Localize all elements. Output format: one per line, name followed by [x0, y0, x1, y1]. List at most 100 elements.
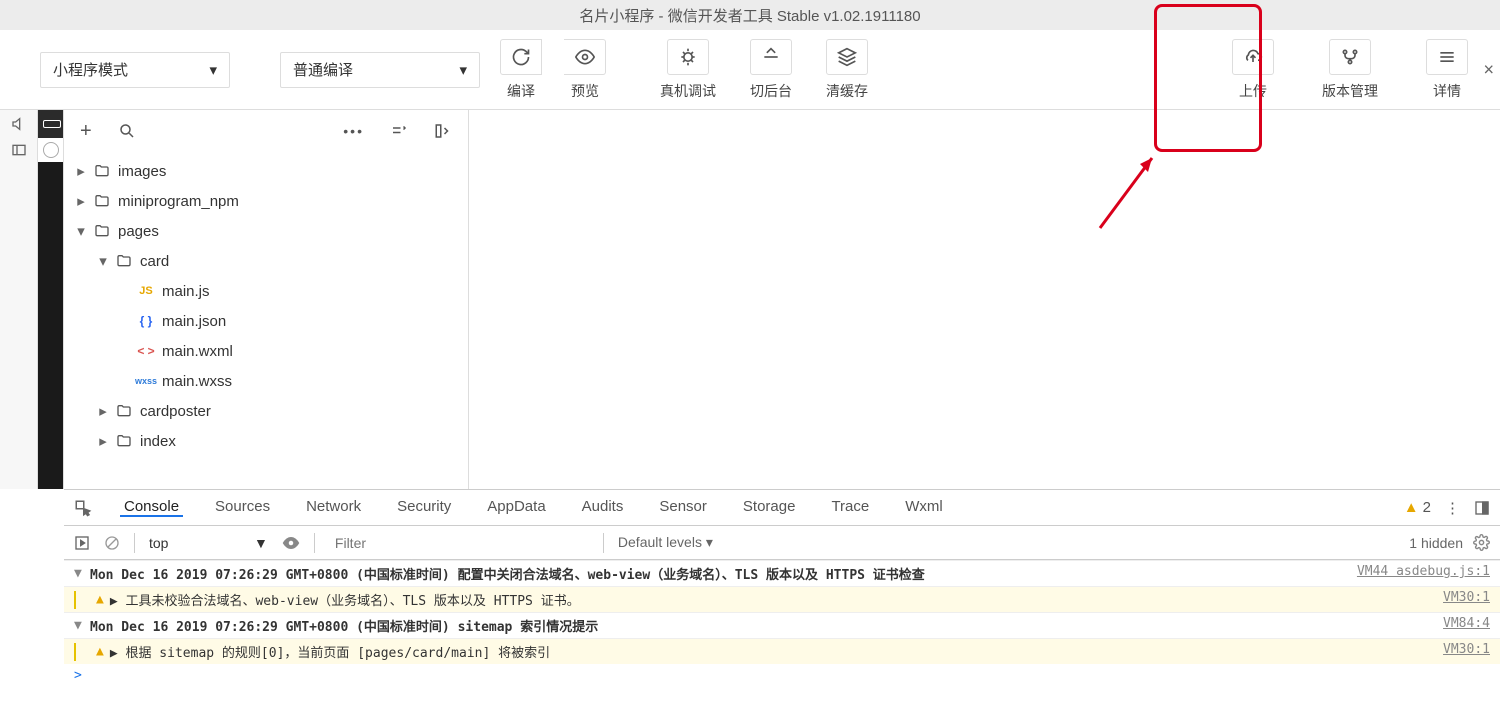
console-message: Mon Dec 16 2019 07:26:29 GMT+0800 (中国标准时… [90, 564, 925, 583]
exit-icon [750, 39, 792, 75]
tree-item-label: index [140, 433, 176, 450]
devtools-tab-trace[interactable]: Trace [827, 498, 873, 515]
tool-label: 详情 [1433, 81, 1461, 101]
details-button[interactable]: 详情 [1414, 39, 1480, 101]
folder-index[interactable]: ▸ index [64, 426, 468, 456]
file-main.json[interactable]: { } main.json [64, 306, 468, 336]
tool-label: 切后台 [750, 81, 792, 101]
cloud-upload-icon [1232, 39, 1274, 75]
tool-label: 真机调试 [660, 81, 716, 101]
kebab-icon[interactable]: ⋮ [1445, 499, 1460, 517]
eye-icon[interactable] [282, 534, 300, 552]
file-type-icon: { } [136, 314, 156, 328]
filter-input[interactable] [329, 533, 589, 553]
console-source-link[interactable]: VM44 asdebug.js:1 [1357, 564, 1490, 579]
dock-icon[interactable] [1474, 500, 1490, 516]
play-icon[interactable] [74, 535, 90, 551]
devtools-tab-storage[interactable]: Storage [739, 498, 800, 515]
compile-dropdown[interactable]: 普通编译 ▾ [280, 52, 480, 88]
search-icon[interactable] [118, 122, 136, 140]
bug-icon [667, 39, 709, 75]
console-filter-bar: top ▼ Default levels ▾ 1 hidden [64, 526, 1500, 560]
folder-images[interactable]: ▸images [64, 156, 468, 186]
hidden-count: 1 hidden [1409, 535, 1463, 551]
tree-caret-icon: ▸ [98, 432, 108, 450]
console-output[interactable]: ▼ Mon Dec 16 2019 07:26:29 GMT+0800 (中国标准… [64, 560, 1500, 709]
panel-icon[interactable] [11, 142, 27, 158]
console-source-link[interactable]: VM30:1 [1443, 642, 1490, 657]
background-button[interactable]: 切后台 [738, 39, 804, 101]
editor-area [469, 110, 1500, 489]
mode-dropdown-label: 小程序模式 [53, 59, 128, 80]
tool-label: 预览 [571, 81, 599, 101]
context-select[interactable]: top ▼ [149, 535, 268, 551]
console-message: ▶ 工具未校验合法域名、web-view（业务域名）、TLS 版本以及 HTTP… [110, 590, 580, 609]
tree-item-label: main.wxml [162, 343, 233, 360]
devtools-panel: Console Sources Network Security AppData Audi… [64, 489, 1500, 709]
console-message: ▶ 根据 sitemap 的规则[0]，当前页面 [pages/card/mai… [110, 642, 550, 661]
levels-select[interactable]: Default levels ▾ [618, 534, 713, 551]
tool-label: 清缓存 [826, 81, 868, 101]
add-file-icon[interactable]: + [80, 120, 92, 143]
tree-item-label: main.json [162, 313, 226, 330]
file-type-icon: JS [136, 285, 156, 297]
file-type-icon [114, 253, 134, 269]
console-row[interactable]: ▲ ▶ 工具未校验合法域名、web-view（业务域名）、TLS 版本以及 HTT… [64, 586, 1500, 612]
preview-button[interactable]: 预览 [552, 39, 618, 101]
folder-cardposter[interactable]: ▸cardposter [64, 396, 468, 426]
compile-dropdown-label: 普通编译 [293, 59, 353, 80]
main-toolbar: 小程序模式 ▾ 普通编译 ▾ 编译 预览 真机调试 切后台 清缓存 [0, 30, 1500, 110]
inspect-icon[interactable] [74, 499, 92, 517]
console-prompt[interactable]: > [64, 664, 1500, 687]
folder-card[interactable]: ▾card [64, 246, 468, 276]
remote-debug-button[interactable]: 真机调试 [648, 39, 728, 101]
tree-item-label: card [140, 253, 169, 270]
compile-button[interactable]: 编译 [488, 39, 554, 101]
console-source-link[interactable]: VM30:1 [1443, 590, 1490, 605]
devtools-tab-audits[interactable]: Audits [578, 498, 628, 515]
more-icon[interactable]: ••• [343, 123, 364, 139]
warning-icon: ▲ [96, 592, 104, 607]
upload-button[interactable]: 上传 [1220, 39, 1286, 101]
devtools-tab-network[interactable]: Network [302, 498, 365, 515]
version-control-button[interactable]: 版本管理 [1310, 39, 1390, 101]
collapse-caret-icon: ▼ [74, 618, 84, 633]
file-main.wxml[interactable]: < > main.wxml [64, 336, 468, 366]
devtools-tab-appdata[interactable]: AppData [483, 498, 549, 515]
warning-badge[interactable]: ▲2 [1404, 499, 1431, 516]
clear-cache-button[interactable]: 清缓存 [814, 39, 880, 101]
file-type-icon [92, 163, 112, 179]
stop-icon[interactable] [104, 535, 120, 551]
folder-pages[interactable]: ▾pages [64, 216, 468, 246]
collapse-icon[interactable] [390, 122, 408, 140]
file-tree[interactable]: ▸images▸miniprogram_npm▾pages▾cardJSmain… [64, 152, 468, 489]
layers-icon [826, 39, 868, 75]
file-main.wxss[interactable]: wxssmain.wxss [64, 366, 468, 396]
file-type-icon: < > [136, 344, 156, 358]
window-titlebar: 名片小程序 - 微信开发者工具 Stable v1.02.1911180 [0, 0, 1500, 30]
simulator-preview [38, 110, 64, 489]
devtools-tab-sources[interactable]: Sources [211, 498, 274, 515]
sidebar-toggle-icon[interactable] [434, 122, 452, 140]
tree-caret-icon: ▸ [76, 192, 86, 210]
devtools-tab-console[interactable]: Console [120, 498, 183, 517]
devtools-tab-wxml[interactable]: Wxml [901, 498, 947, 515]
console-row[interactable]: ▼ Mon Dec 16 2019 07:26:29 GMT+0800 (中国标准… [64, 560, 1500, 586]
tool-label: 编译 [507, 81, 535, 101]
file-type-icon [92, 193, 112, 209]
git-branch-icon [1329, 39, 1371, 75]
console-row[interactable]: ▲▶ 根据 sitemap 的规则[0]，当前页面 [pages/card/ma… [64, 638, 1500, 664]
devtools-tab-security[interactable]: Security [393, 498, 455, 515]
close-icon[interactable]: × [1483, 59, 1494, 80]
console-row[interactable]: ▼Mon Dec 16 2019 07:26:29 GMT+0800 (中国标准… [64, 612, 1500, 638]
folder-miniprogram_npm[interactable]: ▸ miniprogram_npm [64, 186, 468, 216]
console-source-link[interactable]: VM84:4 [1443, 616, 1490, 631]
devtools-tab-sensor[interactable]: Sensor [655, 498, 711, 515]
tree-item-label: miniprogram_npm [118, 193, 239, 210]
file-main.js[interactable]: JSmain.js [64, 276, 468, 306]
mode-dropdown[interactable]: 小程序模式 ▾ [40, 52, 230, 88]
gear-icon[interactable] [1473, 534, 1490, 551]
collapse-caret-icon: ▼ [74, 566, 84, 581]
speaker-icon[interactable] [11, 116, 27, 132]
tree-item-label: pages [118, 223, 159, 240]
